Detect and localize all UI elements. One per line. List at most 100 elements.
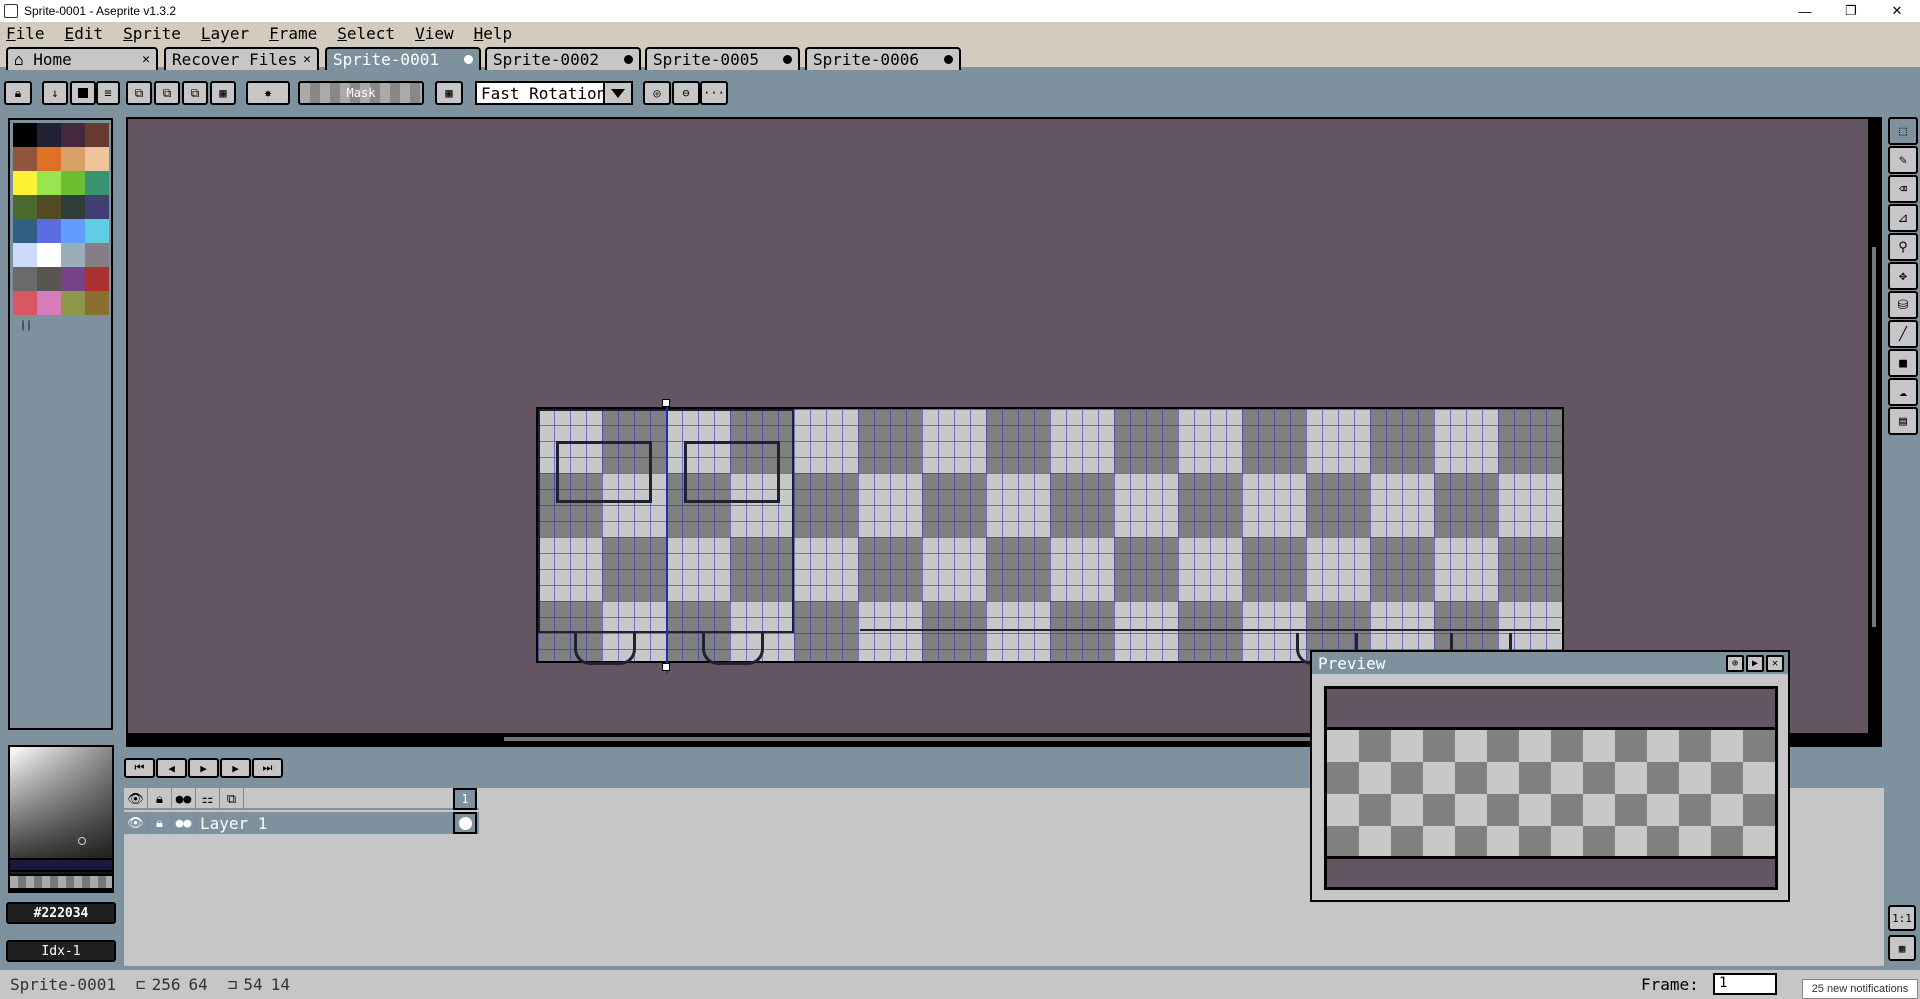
palette-swatch[interactable] [61, 147, 85, 171]
menu-edit[interactable]: Edit [65, 24, 104, 43]
palette-swatch[interactable] [37, 219, 61, 243]
foreground-color-hex[interactable]: #222034 [6, 902, 116, 924]
mask-color-button[interactable]: Mask [298, 81, 424, 105]
palette-swatch[interactable] [37, 243, 61, 267]
tab-sprite-0001[interactable]: Sprite-0001 [325, 47, 481, 70]
tab-sprite-0005[interactable]: Sprite-0005 [645, 47, 800, 70]
selection-add-button[interactable]: ⧉ [154, 81, 180, 105]
chevron-down-icon[interactable] [603, 83, 631, 103]
tab-recover-files[interactable]: Recover Files ✕ [164, 47, 319, 70]
play-icon[interactable]: ▶ [188, 758, 219, 778]
menu-frame[interactable]: Frame [269, 24, 317, 43]
play-icon[interactable]: ▶ [1746, 655, 1764, 672]
cel-frame-1[interactable] [453, 812, 477, 834]
palette-swatch[interactable] [13, 195, 37, 219]
palette-swatch[interactable] [85, 171, 109, 195]
notifications-badge[interactable]: 25 new notifications [1802, 979, 1918, 999]
palette-swatch[interactable] [13, 291, 37, 315]
tab-sprite-0006[interactable]: Sprite-0006 [805, 47, 961, 70]
first-frame-icon[interactable]: ⏮ [124, 758, 155, 778]
previous-frame-icon[interactable]: ◀ [156, 758, 187, 778]
layer-name[interactable]: Layer 1 [196, 812, 479, 834]
line-icon[interactable]: ╱ [1888, 320, 1918, 348]
eye-icon[interactable]: 👁︎ [124, 812, 148, 834]
list-button[interactable]: ≡ [96, 81, 120, 105]
eraser-icon[interactable]: ⌫ [1888, 175, 1918, 203]
tab-sprite-0002[interactable]: Sprite-0002 [485, 47, 641, 70]
next-frame-icon[interactable]: ▶ [220, 758, 251, 778]
palette-swatch[interactable] [37, 195, 61, 219]
menu-help[interactable]: Help [474, 24, 513, 43]
horizontal-scroll-thumb[interactable] [504, 737, 1444, 741]
fill-icon[interactable]: ⛁ [1888, 291, 1918, 319]
lock-alpha-button[interactable]: 🔒︎ [4, 81, 32, 105]
palette-swatch[interactable] [85, 123, 109, 147]
palette-swatch[interactable] [85, 267, 109, 291]
modified-dot-icon[interactable] [624, 55, 633, 64]
more-options-button[interactable]: ··· [700, 81, 728, 105]
palette-swatch[interactable] [85, 291, 109, 315]
vertical-scroll-thumb[interactable] [1872, 247, 1876, 627]
continuous-icon[interactable]: ●● [172, 812, 196, 834]
move-icon[interactable]: ✥ [1888, 262, 1918, 290]
menu-layer[interactable]: Layer [201, 24, 249, 43]
blur-icon[interactable]: ☁ [1888, 378, 1918, 406]
vertical-scrollbar[interactable] [1868, 119, 1880, 747]
palette-swatch[interactable] [37, 123, 61, 147]
palette-swatch[interactable] [13, 123, 37, 147]
slice-guide-line[interactable] [666, 401, 668, 673]
layer-row[interactable]: 👁︎ 🔒︎ ●● Layer 1 [124, 812, 479, 834]
timeline-toggle-icon[interactable]: ▦ [1888, 935, 1916, 961]
close-icon[interactable]: ✕ [1766, 655, 1784, 672]
palette-swatch[interactable] [61, 291, 85, 315]
onion-skin-icon[interactable]: ⧉ [220, 788, 244, 810]
close-tab-icon[interactable]: ✕ [142, 52, 150, 67]
palette-swatch[interactable] [61, 219, 85, 243]
continuous-header-icon[interactable]: ●● [172, 788, 196, 810]
palette-resize-handle[interactable]: || [20, 320, 32, 331]
palette-swatch[interactable] [37, 267, 61, 291]
tab-home[interactable]: ⌂ Home ✕ [6, 47, 158, 70]
guide-handle-bottom[interactable] [662, 663, 670, 671]
palette-swatch[interactable] [13, 243, 37, 267]
palette-swatch[interactable] [13, 147, 37, 171]
selection-subtract-button[interactable]: ⧉ [182, 81, 208, 105]
group-header-icon[interactable]: ⚏ [196, 788, 220, 810]
menu-sprite[interactable]: Sprite [123, 24, 181, 43]
background-color-index[interactable]: Idx-1 [6, 940, 116, 962]
palette-swatch[interactable] [37, 147, 61, 171]
lock-icon[interactable]: 🔒︎ [148, 812, 172, 834]
palette-swatch[interactable] [61, 123, 85, 147]
selection-replace-button[interactable]: ⧉ [126, 81, 152, 105]
lock-header-icon[interactable]: 🔒︎ [148, 788, 172, 810]
palette-swatch[interactable] [61, 195, 85, 219]
eyedropper-icon[interactable]: ⊿ [1888, 204, 1918, 232]
preview-titlebar[interactable]: Preview [1312, 652, 1788, 674]
palette-swatch[interactable] [37, 171, 61, 195]
close-tab-icon[interactable]: ✕ [303, 52, 311, 67]
palette-swatch[interactable] [61, 243, 85, 267]
palette-swatch[interactable] [85, 219, 109, 243]
alpha-slider[interactable] [8, 874, 114, 890]
minimize-button[interactable]: — [1782, 0, 1828, 22]
rectangle-icon[interactable]: ■ [1888, 349, 1918, 377]
visibility-header-icon[interactable]: 👁︎ [124, 788, 148, 810]
modified-dot-icon[interactable] [783, 55, 792, 64]
palette-swatch[interactable] [37, 291, 61, 315]
modified-dot-icon[interactable] [464, 55, 473, 64]
stop-button[interactable] [70, 81, 96, 105]
zoom-one-to-one-button[interactable]: 1:1 [1888, 905, 1916, 931]
zoom-icon[interactable]: ⚲ [1888, 233, 1918, 261]
pivot-center-button[interactable]: ◎ [643, 81, 671, 105]
palette-swatch[interactable] [13, 219, 37, 243]
rotation-algorithm-select[interactable]: Fast Rotation [475, 81, 633, 105]
palette-swatch[interactable] [13, 171, 37, 195]
close-window-button[interactable]: ✕ [1874, 0, 1920, 22]
maximize-button[interactable]: ❐ [1828, 0, 1874, 22]
modified-dot-icon[interactable] [944, 55, 953, 64]
hue-slider[interactable] [8, 858, 114, 872]
menu-view[interactable]: View [415, 24, 454, 43]
transform-button[interactable]: ✸ [246, 81, 290, 105]
palette-swatch[interactable] [61, 267, 85, 291]
dither-icon[interactable]: ▤ [1888, 407, 1918, 435]
